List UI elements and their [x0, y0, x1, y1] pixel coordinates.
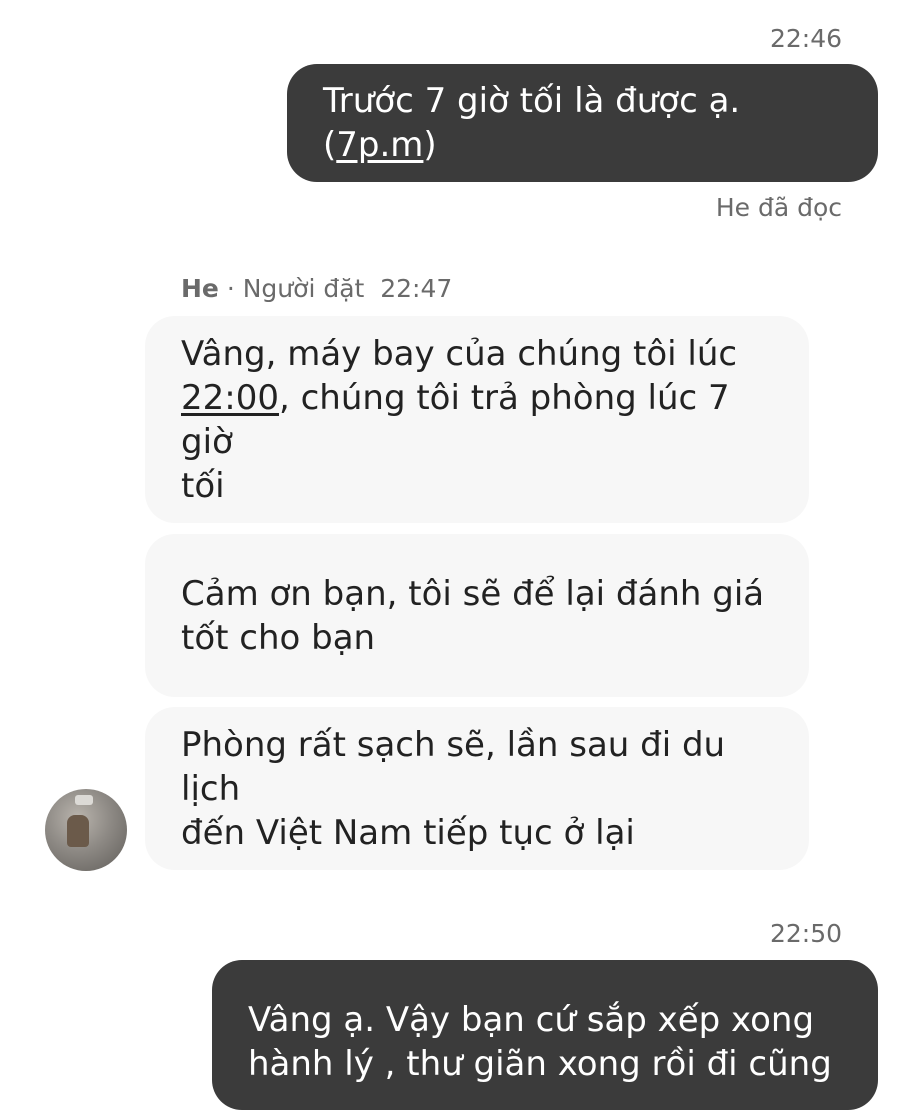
message-text: Trước 7 giờ tối là được ạ. (7p.m)	[323, 79, 842, 167]
incoming-message-bubble[interactable]: Cảm ơn bạn, tôi sẽ để lại đánh giá tốt c…	[145, 534, 809, 697]
message-line: Phòng rất sạch sẽ, lần sau đi du lịch	[181, 724, 726, 809]
incoming-message-bubble[interactable]: Phòng rất sạch sẽ, lần sau đi du lịch đế…	[145, 707, 809, 870]
avatar-photo-figure	[67, 815, 89, 847]
read-receipt: He đã đọc	[715, 193, 842, 222]
message-line: tốt cho bạn	[181, 617, 376, 658]
message-text: Vâng ạ. Vậy bạn cứ sắp xếp xong hành lý …	[248, 998, 842, 1086]
message-line: Vâng, máy bay của chúng tôi lúc	[181, 333, 738, 374]
outgoing-message-bubble[interactable]: Vâng ạ. Vậy bạn cứ sắp xếp xong hành lý …	[212, 960, 878, 1110]
message-line: 22:00, chúng tôi trả phòng lúc 7 giờ	[181, 376, 773, 464]
message-timestamp: 22:47	[380, 274, 453, 303]
message-text-part: )	[423, 125, 437, 165]
sender-header: He · Người đặt 22:47	[181, 274, 452, 303]
time-link[interactable]: 22:00	[181, 378, 279, 418]
time-link[interactable]: 7p.m	[336, 125, 423, 165]
sender-name: He	[181, 274, 219, 303]
outgoing-message-bubble[interactable]: Trước 7 giờ tối là được ạ. (7p.m)	[287, 64, 878, 182]
message-text: Phòng rất sạch sẽ, lần sau đi du lịch đế…	[181, 723, 773, 855]
message-text: Cảm ơn bạn, tôi sẽ để lại đánh giá tốt c…	[181, 572, 764, 660]
message-line: Vâng ạ. Vậy bạn cứ sắp xếp xong	[248, 1000, 815, 1040]
message-line: tối	[181, 465, 225, 506]
avatar-photo-detail	[75, 795, 93, 805]
message-timestamp: 22:46	[769, 24, 842, 53]
sender-role: · Người đặt	[218, 274, 365, 303]
user-photo-avatar[interactable]	[45, 789, 127, 871]
message-line: Cảm ơn bạn, tôi sẽ để lại đánh giá	[181, 573, 765, 614]
message-timestamp: 22:50	[769, 919, 842, 948]
incoming-message-bubble[interactable]: Vâng, máy bay của chúng tôi lúc 22:00, c…	[145, 316, 809, 523]
message-line: hành lý , thư giãn xong rồi đi cũng	[248, 1044, 832, 1084]
message-text: Vâng, máy bay của chúng tôi lúc 22:00, c…	[181, 332, 773, 508]
message-line: đến Việt Nam tiếp tục ở lại	[181, 812, 635, 853]
